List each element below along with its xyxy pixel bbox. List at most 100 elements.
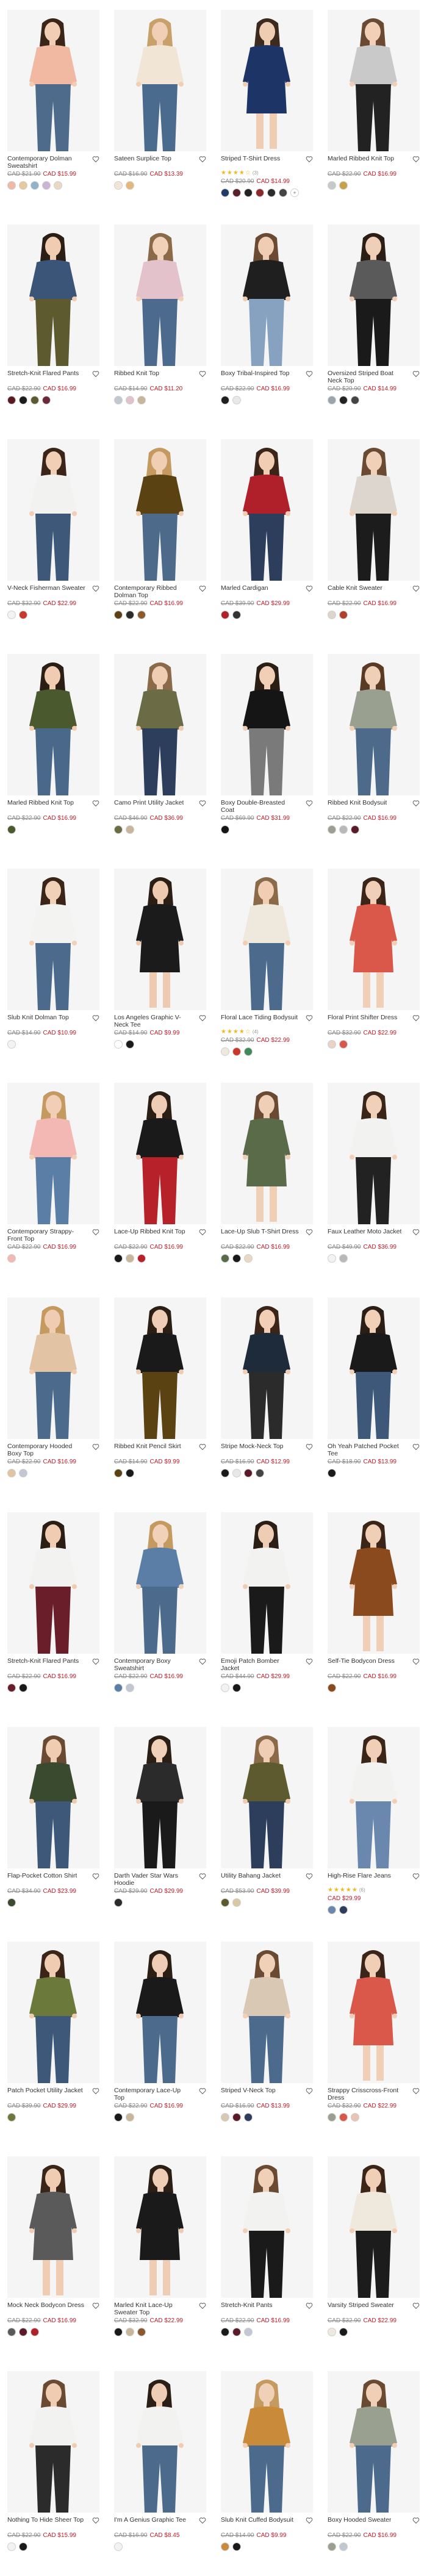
product-image[interactable]: [221, 1512, 313, 1654]
color-swatch[interactable]: [114, 1684, 123, 1693]
product-name[interactable]: I'm A Genius Graphic Tee: [114, 2516, 186, 2531]
product-name[interactable]: Ribbed Knit Top: [114, 370, 159, 384]
product-image[interactable]: [328, 1727, 420, 1869]
color-swatch[interactable]: [7, 395, 16, 404]
product-card[interactable]: Camo Print Utility Jacket CAD $46.90 CAD $…: [107, 644, 214, 859]
product-image[interactable]: [114, 2370, 206, 2513]
product-image[interactable]: [221, 1727, 313, 1869]
heart-icon[interactable]: [412, 1658, 420, 1665]
product-image[interactable]: [221, 1297, 313, 1440]
heart-icon[interactable]: [199, 1658, 206, 1665]
product-card[interactable]: Contemporary Strappy-Front Top CAD $22.90…: [0, 1073, 107, 1288]
product-name[interactable]: Slub Knit Cuffed Bodysuit: [221, 2516, 293, 2531]
product-image[interactable]: [221, 868, 313, 1010]
color-swatch[interactable]: [232, 1254, 241, 1263]
product-name[interactable]: Ribbed Knit Bodysuit: [328, 799, 387, 814]
heart-icon[interactable]: [306, 1873, 313, 1880]
product-name[interactable]: Oh Yeah Patched Pocket Tee: [328, 1443, 406, 1457]
product-card[interactable]: Floral Print Shifter Dress CAD $32.90 CAD …: [320, 859, 427, 1074]
heart-icon[interactable]: [412, 2302, 420, 2309]
color-swatch[interactable]: [328, 181, 336, 190]
product-image[interactable]: [7, 868, 99, 1010]
product-card[interactable]: Contemporary Ribbed Dolman Top CAD $22.90…: [107, 429, 214, 644]
heart-icon[interactable]: [412, 1229, 420, 1236]
product-card[interactable]: Boxy Double-Breasted Coat CAD $69.90 CAD $…: [214, 644, 320, 859]
color-swatch[interactable]: [256, 188, 264, 197]
product-card[interactable]: Marled Cardigan CAD $39.90 CAD $29.99: [214, 429, 320, 644]
product-name[interactable]: Camo Print Utility Jacket: [114, 799, 184, 814]
color-swatch[interactable]: [114, 2327, 123, 2336]
product-card[interactable]: Self-Tie Bodycon Dress CAD $22.90 CAD $16.…: [320, 1502, 427, 1717]
color-swatch[interactable]: [221, 1898, 229, 1907]
product-image[interactable]: [7, 1942, 99, 2084]
color-swatch[interactable]: [232, 1047, 241, 1056]
product-image[interactable]: [328, 10, 420, 151]
product-card[interactable]: High-Rise Flare Jeans ★★★★★ (6) CAD $29.99: [320, 1717, 427, 1932]
color-swatch[interactable]: [244, 1469, 253, 1478]
heart-icon[interactable]: [306, 1658, 313, 1665]
heart-icon[interactable]: [92, 1014, 99, 1022]
product-card[interactable]: Striped V-Neck Top CAD $16.90 CAD $13.99: [214, 1932, 320, 2147]
product-name[interactable]: Contemporary Lace-Up Top: [114, 2087, 192, 2101]
product-image[interactable]: [7, 1727, 99, 1869]
color-swatch[interactable]: [339, 1906, 348, 1915]
product-card[interactable]: Floral Lace Tiding Bodysuit ★★★★☆ (4) CAD $…: [214, 859, 320, 1074]
color-swatch[interactable]: [351, 395, 359, 404]
color-swatch[interactable]: [7, 2113, 16, 2122]
product-card[interactable]: Flap-Pocket Cotton Shirt CAD $34.90 CAD $2…: [0, 1717, 107, 1932]
product-name[interactable]: Floral Lace Tiding Bodysuit: [221, 1014, 298, 1028]
product-name[interactable]: Oversized Striped Boat Neck Top: [328, 370, 406, 384]
product-name[interactable]: Lace-Up Ribbed Knit Top: [114, 1228, 185, 1243]
color-swatch[interactable]: [114, 395, 123, 404]
product-card[interactable]: Strappy Crisscross-Front Dress CAD $32.90…: [320, 1932, 427, 2147]
color-swatch[interactable]: [339, 610, 348, 619]
heart-icon[interactable]: [306, 2517, 313, 2524]
color-swatch[interactable]: [114, 1254, 123, 1263]
product-card[interactable]: Contemporary Hooded Boxy Top CAD $22.90 CA…: [0, 1288, 107, 1502]
product-name[interactable]: Utility Bahang Jacket: [221, 1872, 281, 1887]
color-swatch[interactable]: [232, 2327, 241, 2336]
product-name[interactable]: Stripe Mock-Neck Top: [221, 1443, 284, 1457]
product-card[interactable]: Mock Neck Bodycon Dress CAD $22.90 CAD $16…: [0, 2147, 107, 2361]
color-swatch[interactable]: [328, 1906, 336, 1915]
product-image[interactable]: [7, 1297, 99, 1440]
product-card[interactable]: Ribbed Knit Pencil Skirt CAD $14.90 CAD $9…: [107, 1288, 214, 1502]
product-image[interactable]: [7, 653, 99, 795]
product-image[interactable]: [328, 653, 420, 795]
color-swatch[interactable]: [126, 825, 134, 834]
color-swatch[interactable]: [19, 1469, 27, 1478]
color-swatch[interactable]: [232, 1898, 241, 1907]
color-swatch[interactable]: [232, 395, 241, 404]
heart-icon[interactable]: [92, 2517, 99, 2524]
heart-icon[interactable]: [199, 156, 206, 163]
product-name[interactable]: Slub Knit Dolman Top: [7, 1014, 69, 1028]
product-card[interactable]: Contemporary Dolman Sweatshirt CAD $21.90…: [0, 0, 107, 215]
color-swatch[interactable]: [232, 2113, 241, 2122]
heart-icon[interactable]: [412, 156, 420, 163]
heart-icon[interactable]: [199, 1229, 206, 1236]
product-image[interactable]: [114, 1297, 206, 1440]
heart-icon[interactable]: [306, 2087, 313, 2095]
heart-icon[interactable]: [92, 370, 99, 378]
color-swatch[interactable]: [126, 395, 134, 404]
product-card[interactable]: Los Angeles Graphic V-Neck Tee CAD $14.90…: [107, 859, 214, 1074]
color-swatch[interactable]: [137, 395, 146, 404]
product-image[interactable]: [221, 10, 313, 151]
color-swatch[interactable]: [339, 395, 348, 404]
heart-icon[interactable]: [412, 1443, 420, 1451]
color-swatch[interactable]: [126, 610, 134, 619]
product-name[interactable]: Mock Neck Bodycon Dress: [7, 2302, 84, 2316]
heart-icon[interactable]: [199, 2302, 206, 2309]
product-image[interactable]: [328, 1297, 420, 1440]
color-swatch[interactable]: [7, 1469, 16, 1478]
product-image[interactable]: [7, 10, 99, 151]
product-name[interactable]: Stretch-Knit Flared Pants: [7, 1657, 79, 1672]
heart-icon[interactable]: [306, 2302, 313, 2309]
product-name[interactable]: Striped V-Neck Top: [221, 2087, 276, 2101]
color-swatch[interactable]: [244, 1047, 253, 1056]
product-image[interactable]: [114, 439, 206, 581]
product-image[interactable]: [114, 653, 206, 795]
color-swatch[interactable]: [7, 610, 16, 619]
product-card[interactable]: Ribbed Knit Top CAD $14.90 CAD $11.20: [107, 215, 214, 429]
color-swatch[interactable]: [114, 2542, 123, 2551]
